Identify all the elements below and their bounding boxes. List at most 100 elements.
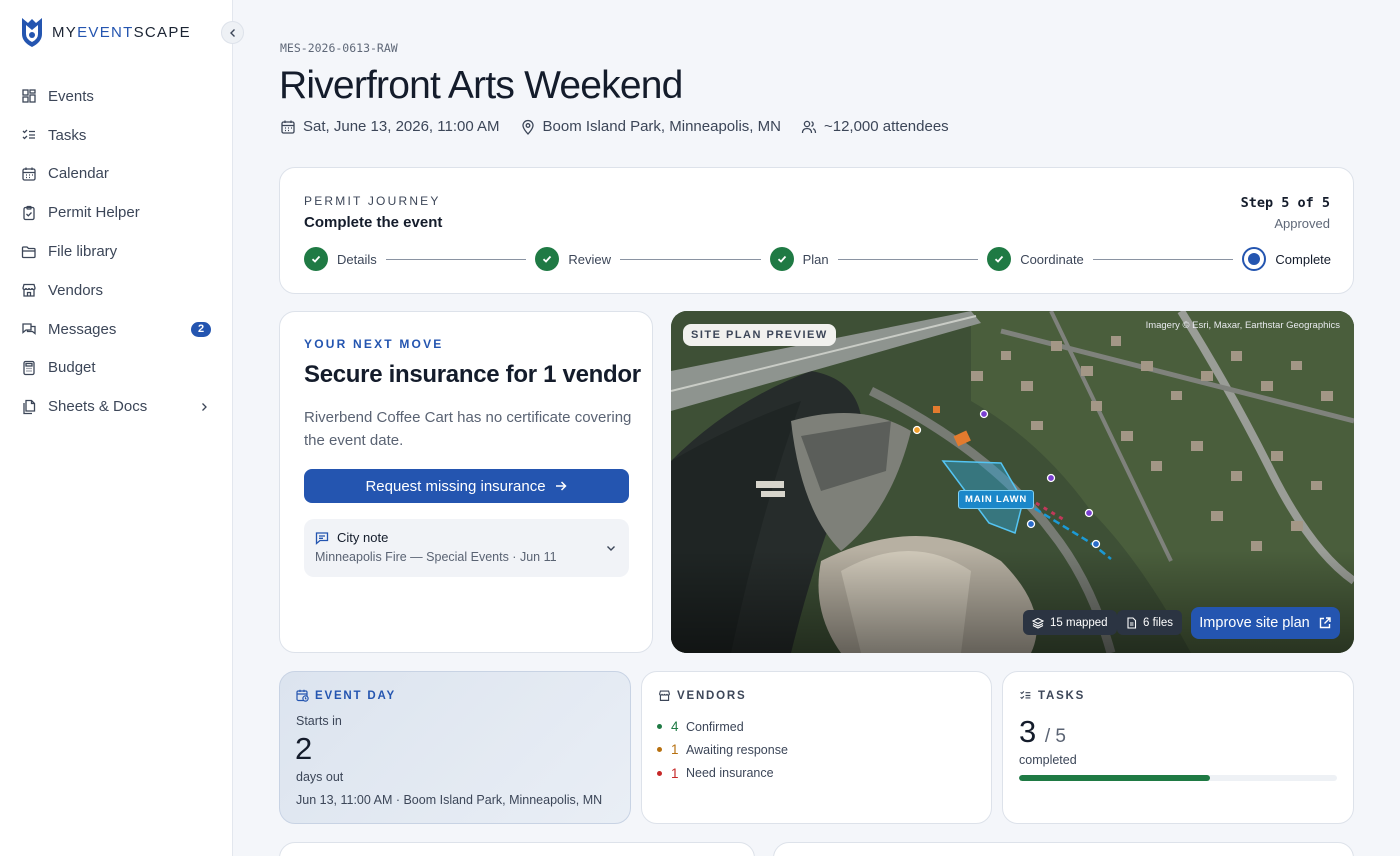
sidebar-item-calendar[interactable]: Calendar	[0, 155, 232, 194]
tasks-progress-fill	[1019, 775, 1210, 781]
brand-logo[interactable]: MYEVENTSCAPE	[20, 16, 191, 48]
sidebar-item-sheets-docs[interactable]: Sheets & Docs	[0, 387, 232, 426]
step-complete[interactable]: Complete	[1242, 247, 1331, 271]
vendor-status-list: 4 Confirmed 1 Awaiting response 1 Need i…	[657, 715, 788, 785]
layers-icon	[1032, 617, 1044, 629]
mapped-count-pill[interactable]: 15 mapped	[1023, 610, 1117, 635]
sidebar-item-label: Sheets & Docs	[48, 398, 148, 416]
city-note[interactable]: City note Minneapolis Fire — Special Eve…	[304, 519, 629, 577]
next-move-card: YOUR NEXT MOVE Secure insurance for 1 ve…	[279, 311, 653, 653]
sidebar-item-label: Tasks	[48, 126, 87, 144]
files-count-pill[interactable]: 6 files	[1117, 610, 1183, 635]
sidebar-item-label: Events	[48, 87, 94, 105]
vendor-status-need-insurance: 1 Need insurance	[657, 762, 788, 785]
journey-step-count: Step 5 of 5	[1240, 195, 1330, 211]
step-connector	[837, 258, 979, 260]
unread-badge: 2	[191, 321, 211, 337]
sidebar-item-tasks[interactable]: Tasks	[0, 116, 232, 155]
journey-status: Approved	[1274, 216, 1330, 231]
sidebar-item-events[interactable]: Events	[0, 77, 232, 116]
store-icon	[659, 690, 670, 701]
journey-eyebrow: PERMIT JOURNEY	[304, 194, 441, 208]
event-date: Sat, June 13, 2026, 11:00 AM	[280, 118, 500, 135]
users-icon	[801, 120, 817, 133]
starts-in-label: Starts in	[296, 714, 342, 728]
next-move-body: Riverbend Coffee Cart has no certificate…	[304, 409, 632, 449]
calendar-icon	[21, 166, 37, 182]
tasks-done-count: 3 / 5	[1019, 714, 1066, 749]
event-meta: Sat, June 13, 2026, 11:00 AM Boom Island…	[280, 118, 969, 135]
check-icon	[987, 247, 1012, 271]
event-attendees: ~12,000 attendees	[801, 118, 949, 135]
satellite-imagery	[671, 311, 1354, 653]
sidebar-item-messages[interactable]: Messages 2	[0, 310, 232, 349]
sidebar-item-file-library[interactable]: File library	[0, 232, 232, 271]
folder-icon	[21, 244, 37, 260]
sidebar-item-label: Messages	[48, 320, 117, 338]
tasks-card[interactable]: TASKS 3 / 5 completed	[1002, 671, 1354, 824]
collapse-sidebar-button[interactable]	[221, 21, 244, 44]
step-review[interactable]: Review	[535, 247, 611, 271]
checklist-icon	[21, 127, 37, 143]
calculator-icon	[21, 360, 37, 376]
lower-card-left	[279, 842, 755, 856]
vendors-heading: VENDORS	[677, 689, 747, 702]
step-connector	[385, 258, 527, 260]
site-plan-map[interactable]: SITE PLAN PREVIEW Imagery © Esri, Maxar,…	[671, 311, 1354, 653]
chevron-down-icon	[605, 541, 617, 559]
sidebar-item-label: File library	[48, 243, 118, 261]
event-day-card[interactable]: EVENT DAY Starts in 2 days out Jun 13, 1…	[279, 671, 631, 824]
sidebar-item-label: Budget	[48, 359, 96, 377]
message-square-icon	[315, 531, 329, 545]
step-coordinate[interactable]: Coordinate	[987, 247, 1084, 271]
step-details[interactable]: Details	[304, 247, 377, 271]
sidebar-item-label: Calendar	[48, 165, 109, 183]
chevron-right-icon	[198, 400, 210, 417]
sidebar-nav: Events Tasks Calendar Permit Helper File…	[0, 77, 232, 426]
vendors-card[interactable]: VENDORS 4 Confirmed 1 Awaiting response …	[641, 671, 992, 824]
chevron-left-icon	[229, 28, 235, 37]
calendar-clock-icon	[296, 689, 309, 702]
arrow-right-icon	[555, 481, 567, 491]
brand-name: MYEVENTSCAPE	[52, 23, 191, 41]
step-plan[interactable]: Plan	[769, 247, 829, 271]
next-move-eyebrow: YOUR NEXT MOVE	[304, 337, 444, 351]
chat-icon	[21, 321, 37, 337]
sidebar-item-permit-helper[interactable]: Permit Helper	[0, 193, 232, 232]
step-connector	[1092, 258, 1234, 260]
external-link-icon	[1319, 617, 1331, 629]
store-icon	[21, 282, 37, 298]
sidebar-item-vendors[interactable]: Vendors	[0, 271, 232, 310]
site-plan-chip: SITE PLAN PREVIEW	[683, 324, 836, 346]
shield-logo-icon	[22, 18, 42, 47]
sidebar: MYEVENTSCAPE Events Tasks Calendar Permi…	[0, 0, 233, 856]
status-dot	[657, 724, 662, 730]
check-icon	[535, 247, 560, 271]
improve-site-plan-button[interactable]: Improve site plan	[1191, 607, 1340, 639]
vendor-status-confirmed: 4 Confirmed	[657, 715, 788, 738]
request-insurance-button[interactable]: Request missing insurance	[304, 469, 629, 503]
checklist-icon	[1020, 691, 1031, 700]
imagery-attribution: Imagery © Esri, Maxar, Earthstar Geograp…	[1145, 320, 1340, 331]
days-count: 2	[295, 731, 313, 766]
page-title: Riverfront Arts Weekend	[279, 64, 683, 107]
lower-card-right	[773, 842, 1354, 856]
status-dot	[657, 770, 662, 776]
tasks-heading: TASKS	[1038, 689, 1086, 702]
permit-stepper: Details Review Plan Coordinate Complete	[304, 246, 1331, 272]
tasks-completed-label: completed	[1019, 753, 1077, 767]
event-code: MES-2026-0613-RAW	[280, 41, 398, 55]
event-day-details: Jun 13, 11:00 AM · Boom Island Park, Min…	[296, 793, 603, 807]
event-day-heading: EVENT DAY	[315, 689, 396, 702]
event-location: Boom Island Park, Minneapolis, MN	[520, 118, 781, 135]
status-dot	[657, 747, 662, 753]
next-move-title: Secure insurance for 1 vendor	[304, 361, 641, 388]
vendor-status-awaiting: 1 Awaiting response	[657, 738, 788, 761]
main-lawn-label[interactable]: MAIN LAWN	[958, 490, 1035, 509]
sidebar-item-label: Vendors	[48, 281, 104, 299]
calendar-icon	[281, 120, 295, 134]
sidebar-item-budget[interactable]: Budget	[0, 349, 232, 388]
sidebar-item-label: Permit Helper	[48, 204, 140, 222]
check-icon	[769, 247, 794, 271]
city-note-title: City note	[337, 530, 389, 545]
